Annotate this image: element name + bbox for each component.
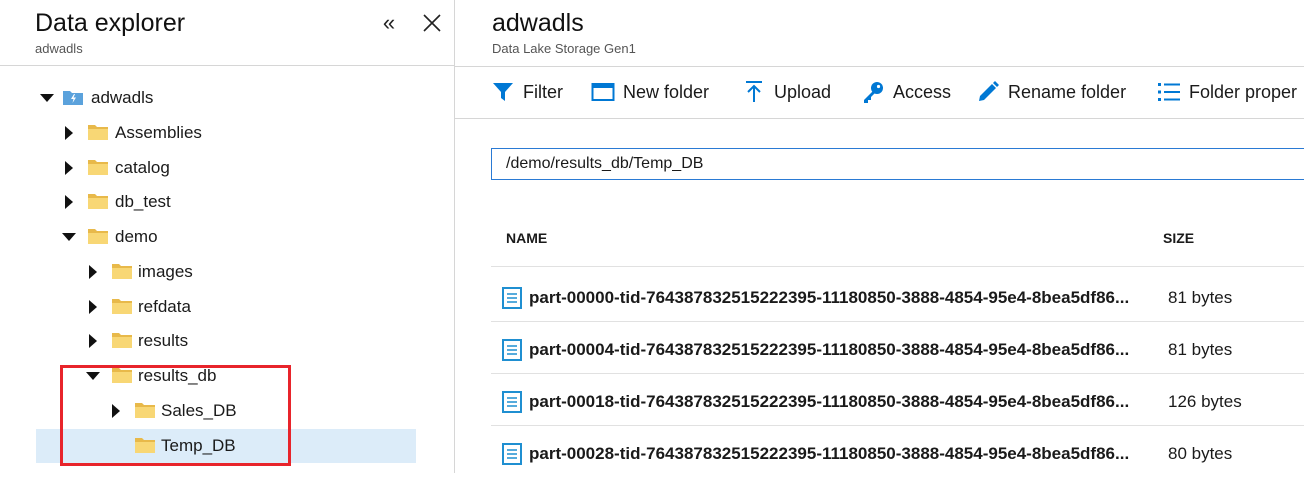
upload-label: Upload <box>774 81 832 102</box>
file-size: 81 bytes <box>1168 340 1233 359</box>
path-input[interactable] <box>491 148 1304 180</box>
tree-item-refdata[interactable]: refdata <box>36 290 416 324</box>
tree-item-db-test[interactable]: db_test <box>36 185 416 219</box>
folder-icon <box>88 194 108 209</box>
column-header-name[interactable]: NAME <box>506 230 547 246</box>
file-icon <box>502 443 522 465</box>
list-icon <box>1157 80 1181 104</box>
tree-item-demo[interactable]: demo <box>36 220 416 254</box>
tree-item-label: db_test <box>115 192 171 211</box>
new-folder-button[interactable]: New folder <box>591 79 709 105</box>
file-name: part-00004-tid-764387832515222395-111808… <box>529 340 1130 359</box>
close-icon <box>423 14 441 32</box>
file-icon <box>502 287 522 309</box>
upload-button[interactable]: Upload <box>742 79 831 105</box>
tree-item-label: images <box>138 262 193 281</box>
tree-item-label: adwadls <box>91 88 154 107</box>
filter-label: Filter <box>523 81 563 102</box>
tree-item-label: results <box>138 331 189 350</box>
tree-item-catalog[interactable]: catalog <box>36 151 416 185</box>
tree-item-label: refdata <box>138 297 191 316</box>
tree-item-label: Assemblies <box>115 123 202 142</box>
file-icon <box>502 339 522 361</box>
rename-folder-button[interactable]: Rename folder <box>976 79 1126 105</box>
collapse-pane-button[interactable]: « <box>376 10 402 36</box>
table-divider <box>491 321 1304 322</box>
folder-icon <box>112 264 132 279</box>
key-icon <box>861 80 885 104</box>
expand-caret-icon[interactable] <box>40 91 54 105</box>
storage-browser-pane: adwadls Data Lake Storage Gen1 Filter Ne… <box>455 0 1304 473</box>
folder-icon <box>112 299 132 314</box>
table-divider <box>491 425 1304 426</box>
data-explorer-subtitle: adwadls <box>35 41 83 56</box>
expand-caret-icon[interactable] <box>86 265 100 279</box>
new-folder-icon <box>591 80 615 104</box>
tree-item-assemblies[interactable]: Assemblies <box>36 116 416 150</box>
folder-icon <box>88 160 108 175</box>
folder-properties-button[interactable]: Folder proper <box>1157 79 1297 105</box>
page-title: adwadls <box>492 9 584 37</box>
table-divider <box>491 373 1304 374</box>
table-row[interactable]: part-00018-tid-764387832515222395-111808… <box>491 375 1304 426</box>
data-explorer-pane: Data explorer adwadls « adwadls Assembli… <box>0 0 455 473</box>
data-explorer-title: Data explorer <box>35 9 186 37</box>
rename-folder-label: Rename folder <box>1008 81 1127 102</box>
page-subtitle: Data Lake Storage Gen1 <box>492 41 636 56</box>
command-toolbar: Filter New folder Upload Access Rename f… <box>455 66 1304 119</box>
expand-caret-icon[interactable] <box>62 230 76 244</box>
folder-properties-label: Folder proper <box>1189 81 1298 102</box>
file-name: part-00000-tid-764387832515222395-111808… <box>529 288 1130 307</box>
table-divider <box>491 266 1304 267</box>
table-row[interactable]: part-00004-tid-764387832515222395-111808… <box>491 323 1304 374</box>
pencil-icon <box>976 80 1000 104</box>
double-chevron-left-icon: « <box>382 10 396 35</box>
column-header-size[interactable]: SIZE <box>1163 230 1194 246</box>
tree-item-adwadls[interactable]: adwadls <box>36 81 416 115</box>
annotation-highlight-box <box>60 365 291 466</box>
file-name: part-00018-tid-764387832515222395-111808… <box>529 392 1130 411</box>
tree-item-results[interactable]: results <box>36 324 416 358</box>
table-row[interactable]: part-00028-tid-764387832515222395-111808… <box>491 427 1304 478</box>
upload-icon <box>742 80 766 104</box>
filter-icon <box>491 80 515 104</box>
data-explorer-header: Data explorer adwadls « <box>0 0 454 66</box>
file-name: part-00028-tid-764387832515222395-111808… <box>529 444 1130 463</box>
file-size: 80 bytes <box>1168 444 1233 463</box>
folder-icon <box>112 333 132 348</box>
table-row[interactable]: part-00000-tid-764387832515222395-111808… <box>491 271 1304 322</box>
tree-item-label: demo <box>115 227 158 246</box>
access-label: Access <box>893 81 952 102</box>
file-size: 81 bytes <box>1168 288 1233 307</box>
expand-caret-icon[interactable] <box>62 195 76 209</box>
tree-item-label: catalog <box>115 158 170 177</box>
file-icon <box>502 391 522 413</box>
folder-icon <box>88 229 108 244</box>
filter-button[interactable]: Filter <box>491 79 563 105</box>
folder-icon <box>88 125 108 140</box>
access-button[interactable]: Access <box>861 79 951 105</box>
storage-account-icon <box>63 91 83 105</box>
expand-caret-icon[interactable] <box>86 300 100 314</box>
new-folder-label: New folder <box>623 81 710 102</box>
file-size: 126 bytes <box>1168 392 1242 411</box>
expand-caret-icon[interactable] <box>86 334 100 348</box>
expand-caret-icon[interactable] <box>62 126 76 140</box>
expand-caret-icon[interactable] <box>62 161 76 175</box>
tree-item-images[interactable]: images <box>36 255 416 289</box>
close-button[interactable] <box>419 10 445 36</box>
